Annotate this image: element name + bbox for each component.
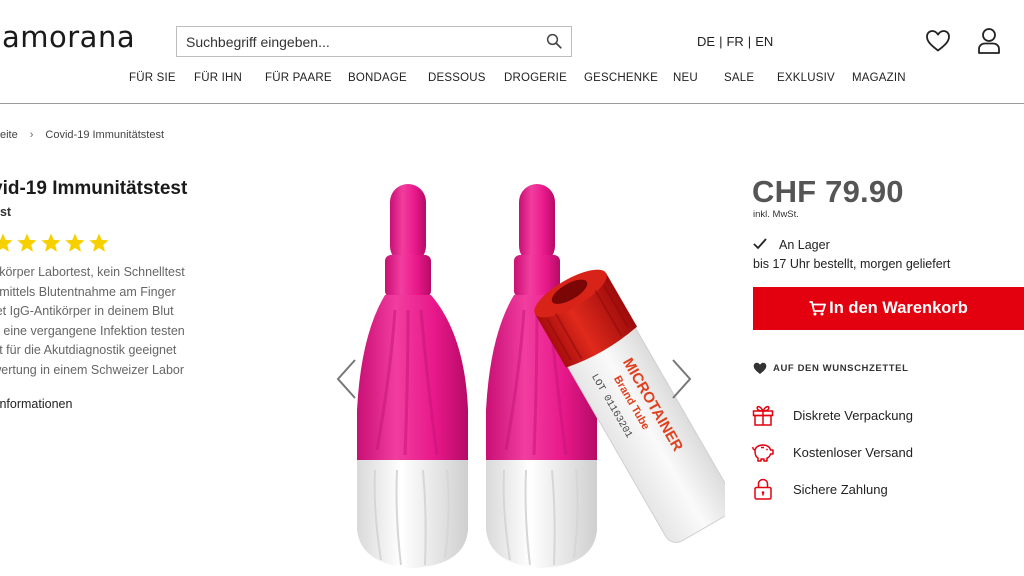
main-navigation: FÜR SIE FÜR IHN FÜR PAARE BONDAGE DESSOU… bbox=[0, 72, 1024, 90]
gallery-prev-arrow-icon[interactable] bbox=[335, 358, 359, 400]
nav-fuer-ihn[interactable]: FÜR IHN bbox=[194, 72, 242, 84]
feature-item: stet IgG-Antikörper in deinem Blut bbox=[0, 304, 174, 318]
star-icon bbox=[17, 233, 37, 252]
star-icon bbox=[0, 233, 13, 252]
user-account-icon[interactable] bbox=[976, 27, 1002, 55]
search-box[interactable] bbox=[176, 26, 572, 57]
lang-separator: | bbox=[719, 34, 723, 49]
stock-label: An Lager bbox=[779, 238, 830, 252]
nav-dessous[interactable]: DESSOUS bbox=[428, 72, 486, 84]
wishlist-label: AUF DEN WUNSCHZETTEL bbox=[773, 363, 909, 374]
breadcrumb: eite › Covid-19 Immunitätstest bbox=[0, 129, 164, 141]
nav-drogerie[interactable]: DROGERIE bbox=[504, 72, 567, 84]
nav-bondage[interactable]: BONDAGE bbox=[348, 72, 407, 84]
lock-icon bbox=[754, 478, 772, 500]
usp-label: Kostenloser Versand bbox=[793, 444, 913, 460]
lancet-left bbox=[357, 184, 468, 568]
breadcrumb-current: Covid-19 Immunitätstest bbox=[45, 129, 165, 141]
feature-list: ntikörper Labortest, kein Schnelltest st… bbox=[0, 263, 185, 380]
more-info-link[interactable]: Informationen bbox=[0, 397, 72, 411]
nav-geschenke[interactable]: GESCHENKE bbox=[584, 72, 658, 84]
feature-item: cht für die Akutdiagnostik geeignet bbox=[0, 343, 177, 357]
lang-en[interactable]: EN bbox=[755, 34, 773, 49]
star-icon bbox=[41, 233, 61, 252]
nav-neu[interactable]: NEU bbox=[673, 72, 698, 84]
nav-sale[interactable]: SALE bbox=[724, 72, 754, 84]
feature-item: ntikörper Labortest, kein Schnelltest bbox=[0, 265, 185, 279]
piggy-bank-icon bbox=[752, 444, 774, 462]
usp-label: Diskrete Verpackung bbox=[793, 407, 913, 423]
usp-label: Sichere Zahlung bbox=[793, 481, 888, 497]
breadcrumb-home[interactable]: eite bbox=[0, 129, 18, 141]
nav-exklusiv[interactable]: EXKLUSIV bbox=[777, 72, 835, 84]
lang-separator: | bbox=[747, 34, 752, 49]
add-to-cart-label: In den Warenkorb bbox=[829, 299, 968, 317]
usp-discreet-packaging: Diskrete Verpackung bbox=[751, 403, 913, 427]
add-to-cart-button[interactable]: In den Warenkorb bbox=[753, 287, 1024, 330]
lang-de[interactable]: DE bbox=[697, 34, 715, 49]
rating-stars[interactable] bbox=[0, 232, 110, 256]
cart-icon bbox=[809, 301, 827, 316]
product-subtitle: rtest bbox=[0, 205, 12, 219]
logo[interactable]: amorana bbox=[2, 20, 135, 54]
nav-magazin[interactable]: MAGAZIN bbox=[852, 72, 906, 84]
checkmark-icon bbox=[753, 238, 767, 250]
nav-fuer-sie[interactable]: FÜR SIE bbox=[129, 72, 176, 84]
search-input[interactable] bbox=[177, 27, 537, 56]
search-icon[interactable] bbox=[545, 32, 563, 50]
wishlist-heart-icon[interactable] bbox=[925, 29, 951, 53]
add-to-wishlist-link[interactable]: AUF DEN WUNSCHZETTEL bbox=[753, 362, 909, 375]
star-icon bbox=[65, 233, 85, 252]
usp-secure-payment: Sichere Zahlung bbox=[751, 477, 888, 501]
product-gallery[interactable]: MICROTAINER Brand Tube LOT 01163201 bbox=[305, 170, 725, 576]
delivery-note: bis 17 Uhr bestellt, morgen geliefert bbox=[753, 257, 951, 271]
gift-icon bbox=[752, 405, 774, 426]
usp-free-shipping: Kostenloser Versand bbox=[751, 440, 913, 464]
feature-item: nn eine vergangene Infektion testen bbox=[0, 323, 185, 338]
gallery-next-arrow-icon[interactable] bbox=[669, 358, 693, 400]
nav-fuer-paare[interactable]: FÜR PAARE bbox=[265, 72, 332, 84]
product-price: CHF 79.90 bbox=[752, 174, 904, 209]
site-header: amorana DE|FR|EN FÜR SIE FÜR IHN FÜR PAA… bbox=[0, 0, 1024, 104]
vat-note: inkl. MwSt. bbox=[753, 209, 799, 220]
breadcrumb-chevron-icon: › bbox=[29, 129, 34, 141]
product-title: vid-19 Immunitätstest bbox=[0, 178, 188, 199]
lang-fr[interactable]: FR bbox=[726, 34, 743, 49]
product-image: MICROTAINER Brand Tube LOT 01163201 bbox=[357, 184, 725, 568]
feature-item: swertung in einem Schweizer Labor bbox=[0, 362, 185, 377]
stock-status: An Lager bbox=[753, 238, 830, 252]
language-switcher: DE | FR | EN bbox=[697, 34, 773, 49]
heart-icon bbox=[753, 362, 767, 374]
star-icon bbox=[89, 233, 109, 252]
feature-item: st mittels Blutentnahme am Finger bbox=[0, 284, 176, 299]
